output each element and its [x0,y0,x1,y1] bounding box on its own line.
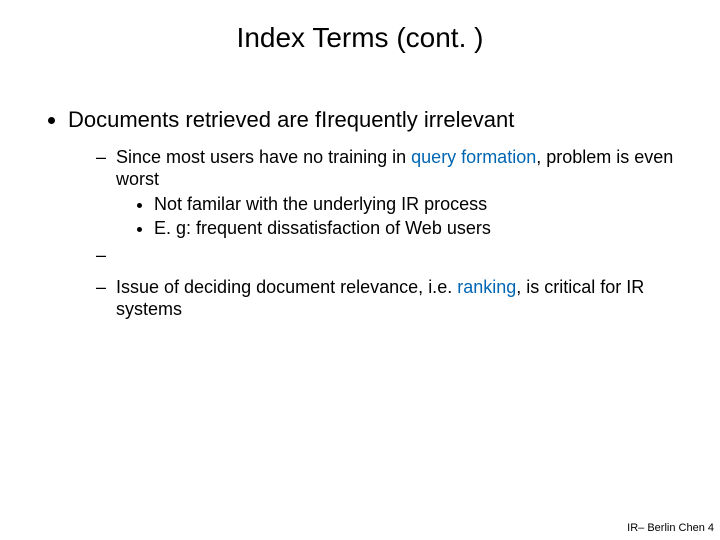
bullet-lvl1: Documents retrieved are fIrequently irre… [68,106,692,321]
bullet-text-pre: Since most users have no training in [116,147,411,167]
bullet-lvl3: E. g: frequent dissatisfaction of Web us… [154,217,692,240]
bullet-list-lvl3: Not familar with the underlying IR proce… [116,193,692,240]
highlight-term: query formation [411,147,536,167]
slide-body: Documents retrieved are fIrequently irre… [36,106,692,327]
highlight-term: ranking [457,277,516,297]
bullet-text: Not familar with the underlying IR proce… [154,194,487,214]
bullet-lvl2: Since most users have no training in que… [96,146,692,240]
bullet-text: E. g: frequent dissatisfaction of Web us… [154,218,491,238]
slide: Index Terms (cont. ) Documents retrieved… [0,0,720,540]
slide-title: Index Terms (cont. ) [0,22,720,54]
bullet-list-lvl1: Documents retrieved are fIrequently irre… [36,106,692,321]
bullet-list-lvl2: Since most users have no training in que… [68,146,692,321]
slide-footer: IR– Berlin Chen 4 [627,522,714,534]
spacer [96,244,692,272]
bullet-text-pre: Issue of deciding document relevance, i.… [116,277,457,297]
bullet-lvl2: Issue of deciding document relevance, i.… [96,276,692,321]
bullet-text: Documents retrieved are fIrequently irre… [68,107,514,132]
bullet-lvl3: Not familar with the underlying IR proce… [154,193,692,216]
